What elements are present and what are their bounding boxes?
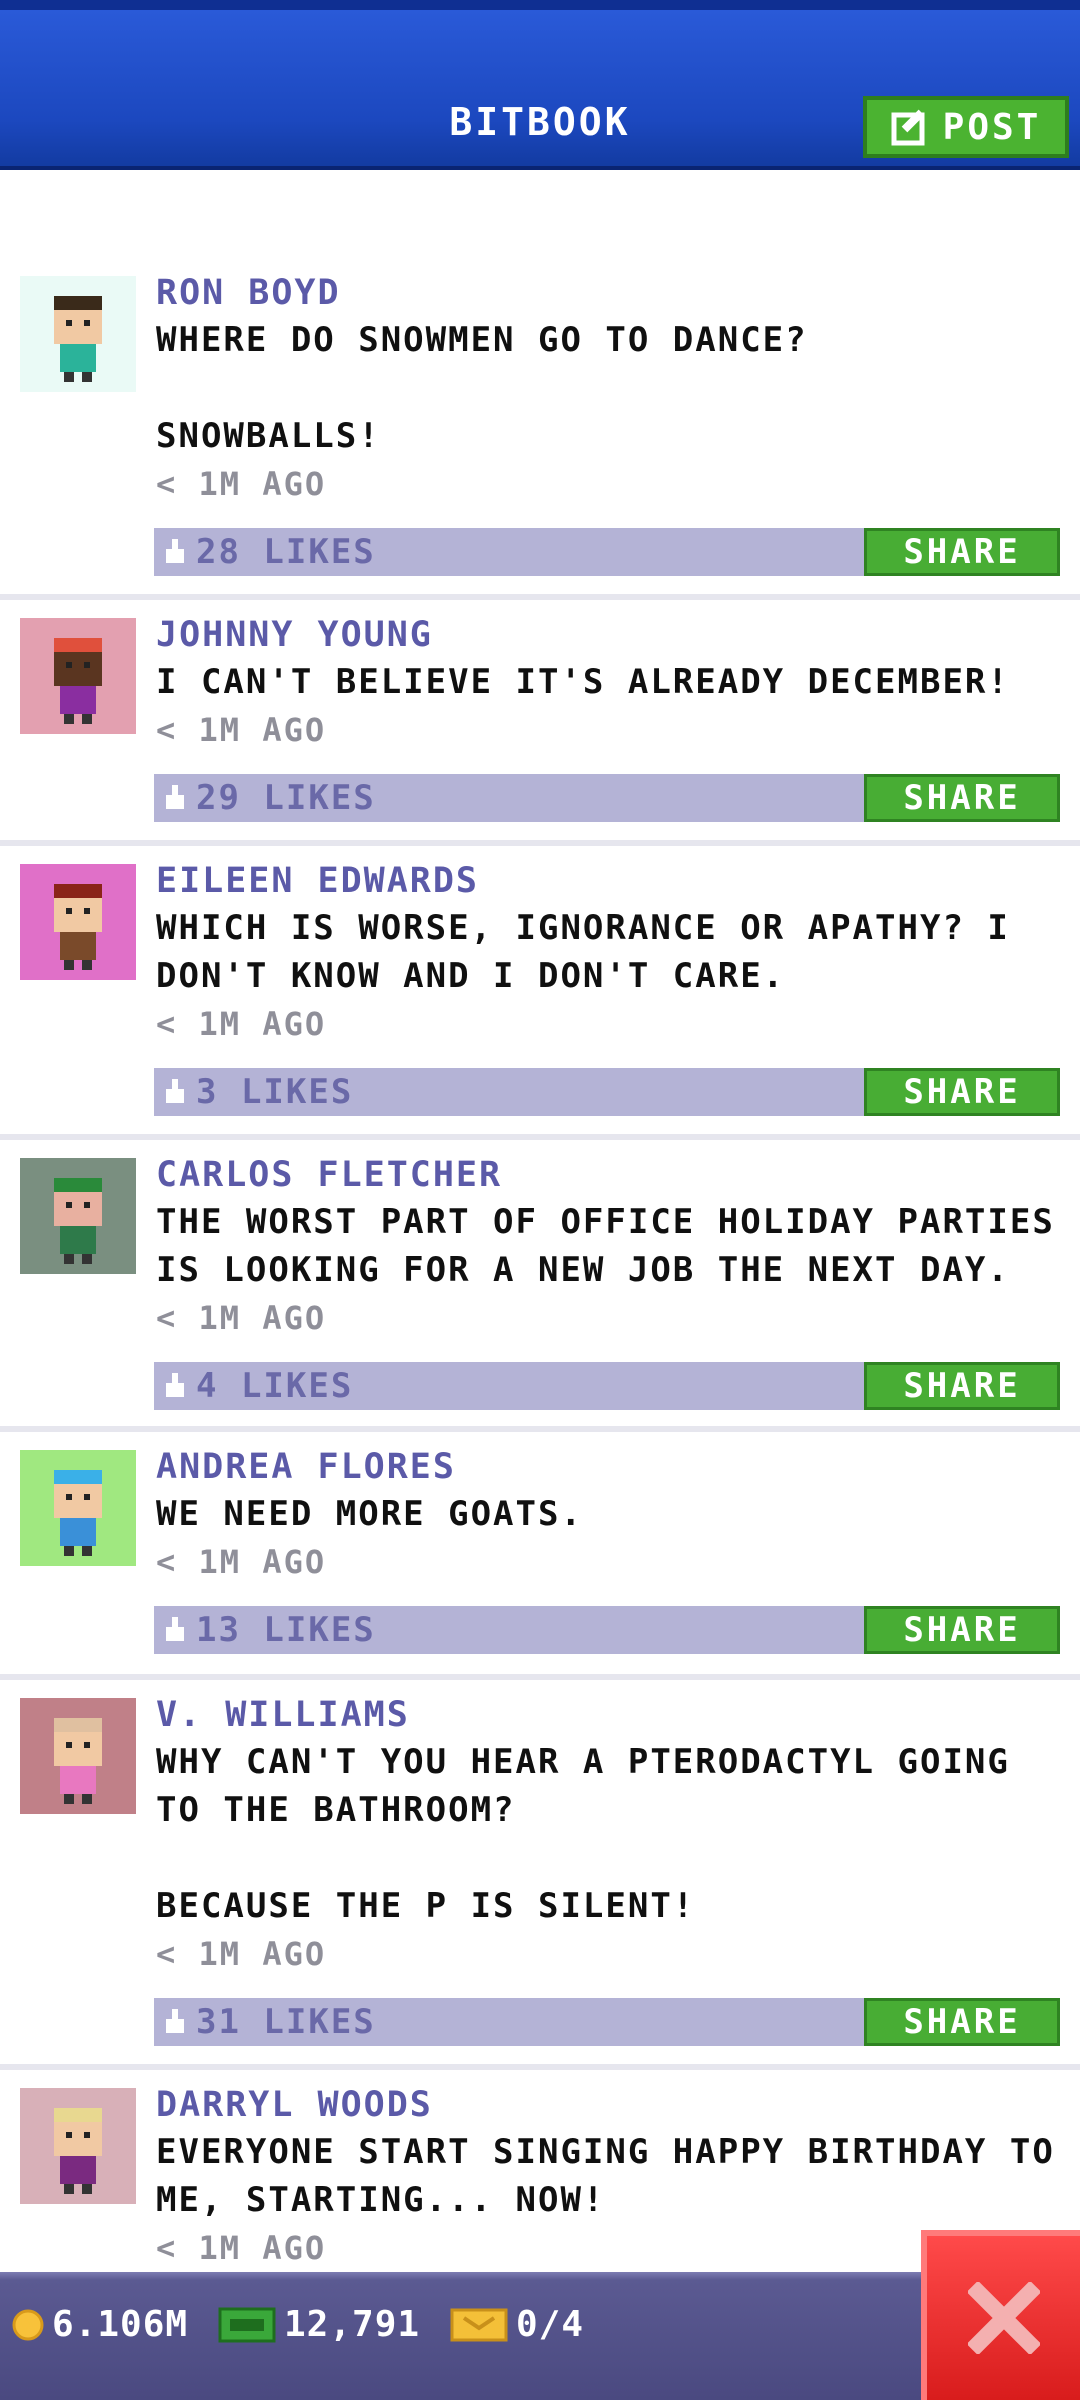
bux-value: 12,791 (284, 2304, 421, 2345)
post-time: < 1M AGO (156, 711, 327, 749)
post-button-label: POST (942, 106, 1042, 148)
share-button[interactable]: SHARE (864, 1998, 1060, 2046)
post-time: < 1M AGO (156, 465, 327, 503)
post-time: < 1M AGO (156, 1299, 327, 1337)
like-count: 13 LIKES (196, 1610, 376, 1650)
like-button[interactable]: 31 LIKES (162, 1998, 376, 2046)
avatar (20, 1698, 136, 1814)
post-author[interactable]: EILEEN EDWARDS (156, 858, 1066, 904)
thumbs-up-icon (166, 539, 184, 563)
thumbs-up-icon (166, 785, 184, 809)
share-button[interactable]: SHARE (864, 528, 1060, 576)
close-icon (967, 2282, 1040, 2354)
post-text: WHY CAN'T YOU HEAR A PTERODACTYL GOING T… (156, 1742, 1010, 1926)
like-bar: 29 LIKES SHARE (154, 774, 1060, 822)
avatar (20, 2088, 136, 2204)
like-count: 4 LIKES (196, 1366, 354, 1406)
status-bar: 6.106M 12,791 0/4 (0, 2272, 1080, 2400)
like-button[interactable]: 13 LIKES (162, 1606, 376, 1654)
post-text: I CAN'T BELIEVE IT'S ALREADY DECEMBER! (156, 662, 1010, 702)
feed-post: RON BOYD WHERE DO SNOWMEN GO TO DANCE? SN… (0, 260, 1080, 600)
feed-post: V. WILLIAMS WHY CAN'T YOU HEAR A PTERODAC… (0, 1680, 1080, 2070)
post-author[interactable]: DARRYL WOODS (156, 2082, 1066, 2128)
post-author[interactable]: CARLOS FLETCHER (156, 1152, 1066, 1198)
like-bar: 4 LIKES SHARE (154, 1362, 1060, 1410)
like-count: 29 LIKES (196, 778, 376, 818)
post-author[interactable]: V. WILLIAMS (156, 1692, 1066, 1738)
avatar (20, 276, 136, 392)
like-button[interactable]: 3 LIKES (162, 1068, 353, 1116)
tickets-counter: 0/4 (450, 2304, 584, 2345)
post-author[interactable]: RON BOYD (156, 270, 1066, 316)
post-time: < 1M AGO (156, 1543, 327, 1581)
like-count: 31 LIKES (196, 2002, 376, 2042)
like-count: 3 LIKES (196, 1072, 354, 1112)
avatar (20, 1158, 136, 1274)
share-button[interactable]: SHARE (864, 1606, 1060, 1654)
like-bar: 31 LIKES SHARE (154, 1998, 1060, 2046)
bux-counter: 12,791 (218, 2304, 420, 2345)
coin-icon (12, 2309, 44, 2340)
post-author[interactable]: ANDREA FLORES (156, 1444, 1066, 1490)
post-text: WHICH IS WORSE, IGNORANCE OR APATHY? I D… (156, 908, 1010, 996)
like-button[interactable]: 4 LIKES (162, 1362, 353, 1410)
post-time: < 1M AGO (156, 1935, 327, 1973)
avatar (20, 618, 136, 734)
compose-icon (891, 109, 925, 146)
share-button[interactable]: SHARE (864, 1362, 1060, 1410)
ticket-icon (450, 2308, 508, 2341)
feed-post: EILEEN EDWARDS WHICH IS WORSE, IGNORANCE … (0, 846, 1080, 1140)
tickets-value: 0/4 (516, 2304, 585, 2345)
like-bar: 3 LIKES SHARE (154, 1068, 1060, 1116)
avatar (20, 864, 136, 980)
post-author[interactable]: JOHNNY YOUNG (156, 612, 1066, 658)
thumbs-up-icon (166, 2009, 184, 2033)
share-button[interactable]: SHARE (864, 774, 1060, 822)
feed-post: CARLOS FLETCHER THE WORST PART OF OFFICE … (0, 1140, 1080, 1432)
app-header: BITBOOK POST (0, 0, 1080, 170)
bux-icon (218, 2307, 276, 2342)
thumbs-up-icon (166, 1617, 184, 1641)
share-button[interactable]: SHARE (864, 1068, 1060, 1116)
thumbs-up-icon (166, 1373, 184, 1397)
post-text: WE NEED MORE GOATS. (156, 1494, 583, 1534)
post-text: WHERE DO SNOWMEN GO TO DANCE? SNOWBALLS! (156, 320, 808, 456)
post-text: THE WORST PART OF OFFICE HOLIDAY PARTIES… (156, 1202, 1055, 1290)
coins-value: 6.106M (52, 2304, 189, 2345)
post-text: EVERYONE START SINGING HAPPY BIRTHDAY TO… (156, 2132, 1055, 2220)
thumbs-up-icon (166, 1079, 184, 1103)
like-bar: 13 LIKES SHARE (154, 1606, 1060, 1654)
feed-post: JOHNNY YOUNG I CAN'T BELIEVE IT'S ALREADY… (0, 600, 1080, 846)
post-button[interactable]: POST (863, 96, 1069, 158)
close-button[interactable] (921, 2230, 1080, 2400)
like-button[interactable]: 29 LIKES (162, 774, 376, 822)
like-button[interactable]: 28 LIKES (162, 528, 376, 576)
like-count: 28 LIKES (196, 532, 376, 572)
feed-post: ANDREA FLORES WE NEED MORE GOATS. < 1M AGO… (0, 1432, 1080, 1680)
like-bar: 28 LIKES SHARE (154, 528, 1060, 576)
post-time: < 1M AGO (156, 1005, 327, 1043)
coins-counter: 6.106M (12, 2304, 188, 2345)
avatar (20, 1450, 136, 1566)
